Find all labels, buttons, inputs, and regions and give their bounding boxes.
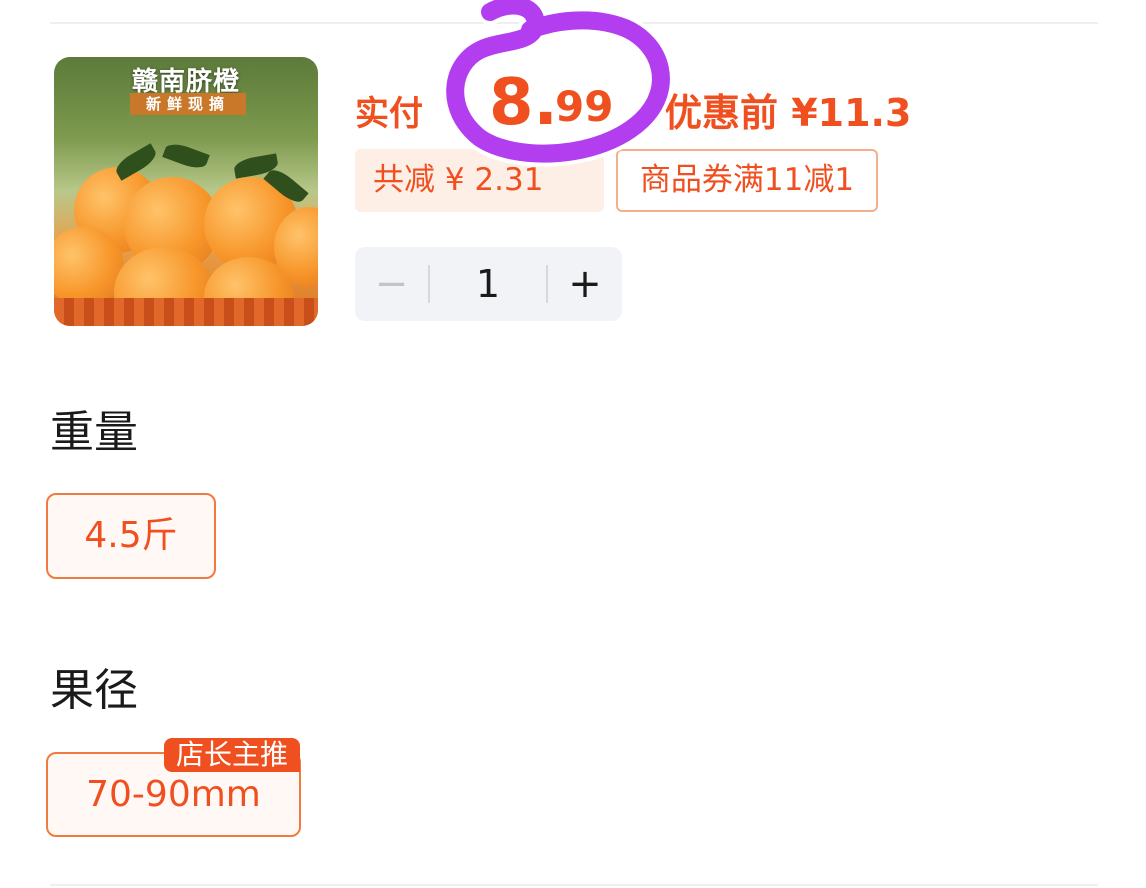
original-price: 优惠前 ¥11.3	[664, 91, 912, 135]
recommended-badge: 店长主推	[164, 738, 300, 772]
quantity-stepper: − 1 +	[355, 247, 622, 321]
quantity-value[interactable]: 1	[430, 247, 546, 321]
image-subtitle: 新鲜现摘	[130, 93, 246, 115]
price-prefix: 实付	[355, 94, 423, 134]
bottom-divider	[50, 884, 1098, 886]
discount-tag[interactable]: 共减 ¥ 2.31	[355, 149, 604, 212]
price-integer: 8.	[489, 66, 558, 140]
coupon-tag[interactable]: 商品券满11减1	[616, 149, 878, 212]
weight-title: 重量	[50, 407, 138, 458]
product-image: 赣南脐橙 新鲜现摘	[54, 57, 318, 326]
price-decimal: 99	[555, 82, 614, 131]
decrease-button[interactable]: −	[355, 247, 428, 321]
increase-button[interactable]: +	[548, 247, 622, 321]
diameter-title: 果径	[50, 665, 138, 716]
weight-option[interactable]: 4.5斤	[46, 493, 216, 579]
top-divider	[50, 22, 1098, 24]
